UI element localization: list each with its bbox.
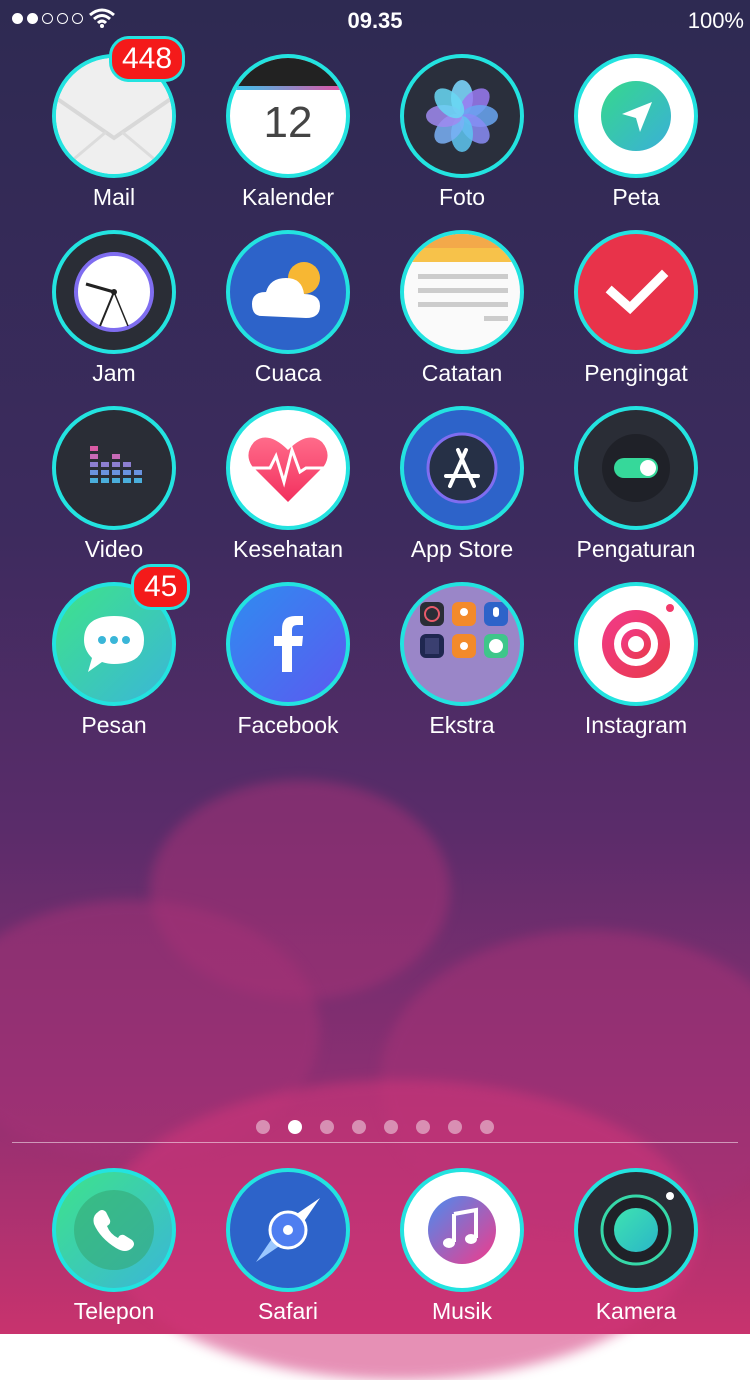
app-mail[interactable]: 448 Mail — [29, 36, 199, 224]
folder-icon — [400, 582, 524, 706]
app-label: Jam — [92, 360, 136, 386]
music-note-icon — [400, 1168, 524, 1292]
app-appstore[interactable]: App Store — [377, 406, 547, 576]
app-label: Instagram — [584, 712, 688, 738]
dock-app-safari[interactable]: Safari — [203, 1168, 373, 1338]
app-foto[interactable]: Foto — [377, 54, 547, 224]
clock-time: 09.35 — [347, 8, 403, 33]
photos-flower-icon — [400, 54, 524, 178]
maps-navigation-icon — [574, 54, 698, 178]
safari-compass-icon — [226, 1168, 350, 1292]
app-label: Facebook — [237, 712, 339, 738]
app-cuaca[interactable]: Cuaca — [203, 230, 373, 400]
page-dot[interactable] — [416, 1120, 430, 1134]
app-label: Pengaturan — [576, 536, 696, 562]
status-bar: 09.35 100% — [0, 0, 750, 40]
app-catatan[interactable]: Catatan — [377, 230, 547, 400]
app-label: Video — [84, 536, 144, 562]
app-kesehatan[interactable]: Kesehatan — [203, 406, 373, 576]
page-dot[interactable] — [384, 1120, 398, 1134]
page-dot[interactable] — [480, 1120, 494, 1134]
camera-lens-icon — [574, 1168, 698, 1292]
app-label: Musik — [431, 1298, 493, 1324]
app-label: Ekstra — [429, 712, 495, 738]
page-dot[interactable] — [256, 1120, 270, 1134]
reminders-checkmark-icon — [574, 230, 698, 354]
notes-icon — [400, 230, 524, 354]
calendar-day: 12 — [263, 98, 313, 147]
health-heart-icon — [226, 406, 350, 530]
app-pesan[interactable]: 45 Pesan — [29, 564, 199, 752]
messages-badge: 45 — [131, 564, 191, 610]
app-facebook[interactable]: Facebook — [203, 582, 373, 752]
page-dot-active[interactable] — [288, 1120, 302, 1134]
page-dot[interactable] — [352, 1120, 366, 1134]
app-instagram[interactable]: Instagram — [551, 582, 721, 752]
phone-icon — [52, 1168, 176, 1292]
app-label: Catatan — [421, 360, 503, 386]
app-peta[interactable]: Peta — [551, 54, 721, 224]
app-jam[interactable]: Jam — [29, 230, 199, 400]
app-label: Telepon — [73, 1298, 155, 1324]
clock-icon — [52, 230, 176, 354]
app-label: Kalender — [241, 184, 335, 210]
app-label: App Store — [410, 536, 514, 562]
app-kalender[interactable]: 12 Kalender — [203, 54, 373, 224]
weather-icon — [226, 230, 350, 354]
app-label: Foto — [438, 184, 486, 210]
app-label: Pengingat — [584, 360, 688, 386]
app-pengingat[interactable]: Pengingat — [551, 230, 721, 400]
app-label: Kamera — [595, 1298, 677, 1324]
page-dot[interactable] — [320, 1120, 334, 1134]
dock-app-musik[interactable]: Musik — [377, 1168, 547, 1338]
dock-divider — [12, 1142, 738, 1143]
calendar-icon: 12 — [226, 54, 350, 178]
page-indicator[interactable] — [0, 1120, 750, 1134]
instagram-icon — [574, 582, 698, 706]
page-dot[interactable] — [448, 1120, 462, 1134]
app-label: Kesehatan — [233, 536, 343, 562]
app-label: Peta — [612, 184, 660, 210]
dock-app-telepon[interactable]: Telepon — [29, 1168, 199, 1338]
battery-percentage: 100% — [687, 8, 744, 33]
app-pengaturan[interactable]: Pengaturan — [551, 406, 721, 576]
settings-toggle-icon — [574, 406, 698, 530]
facebook-icon — [226, 582, 350, 706]
app-label: Mail — [92, 184, 136, 210]
folder-ekstra[interactable]: Ekstra — [377, 582, 547, 752]
dock-app-kamera[interactable]: Kamera — [551, 1168, 721, 1338]
app-label: Cuaca — [254, 360, 322, 386]
equalizer-video-icon — [52, 406, 176, 530]
app-video[interactable]: Video — [29, 406, 199, 576]
mail-badge: 448 — [109, 36, 186, 82]
app-store-icon — [400, 406, 524, 530]
app-label: Safari — [257, 1298, 319, 1324]
app-label: Pesan — [81, 712, 147, 738]
